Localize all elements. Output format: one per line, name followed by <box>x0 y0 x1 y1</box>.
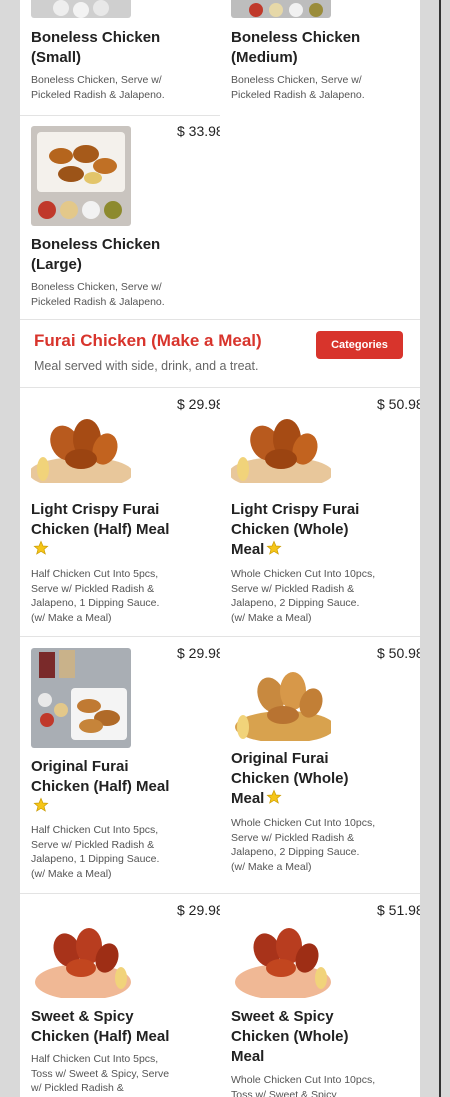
section-subtitle: Meal served with side, drink, and a trea… <box>34 359 259 373</box>
item-description: Whole Chicken Cut Into 10pcs, Serve w/ P… <box>231 568 376 624</box>
item-price: $ 33.98 <box>177 123 220 139</box>
item-price: $ 50.98 <box>377 396 420 412</box>
food-image <box>31 0 131 18</box>
item-description: Half Chicken Cut Into 5pcs, Serve w/ Pic… <box>31 824 160 880</box>
item-price: $ 51.98 <box>377 902 420 918</box>
item-name: Boneless Chicken (Small) <box>31 29 161 66</box>
star-icon <box>33 797 49 813</box>
item-description: Boneless Chicken, Serve w/ Pickeled Radi… <box>231 74 365 101</box>
menu-item-card[interactable]: $ 33.98 Boneless Chicken (Large) Boneless… <box>20 115 220 319</box>
item-price: $ 29.98 <box>177 902 220 918</box>
menu-item-card[interactable]: $ 29.98 Sweet & Spicy Chicken (Half) Mea… <box>20 894 220 1097</box>
food-image <box>35 912 131 998</box>
food-image <box>31 126 131 226</box>
item-description: Half Chicken Cut Into 5pcs, Serve w/ Pic… <box>31 568 160 624</box>
food-image <box>235 912 331 998</box>
item-price: $ 50.98 <box>377 645 420 661</box>
item-name: Sweet & Spicy Chicken (Whole) Meal <box>231 1008 349 1065</box>
menu-row: Boneless Chicken (Small) Boneless Chicken… <box>20 0 420 116</box>
item-name: Original Furai Chicken (Half) Meal <box>31 757 171 817</box>
food-image <box>231 399 331 483</box>
star-icon <box>33 540 49 556</box>
menu-row: $ 29.98 Sweet & Spicy Chicken (Half) Mea… <box>20 894 420 1097</box>
menu-row: $ 33.98 Boneless Chicken (Large) Boneless… <box>20 115 420 320</box>
item-description: Half Chicken Cut Into 5pcs, Toss w/ Swee… <box>31 1053 170 1094</box>
item-description: Whole Chicken Cut Into 10pcs, Serve w/ P… <box>231 817 376 873</box>
food-image <box>231 0 331 18</box>
star-icon <box>266 540 282 556</box>
item-description: Whole Chicken Cut Into 10pcs, Toss w/ Sw… <box>231 1074 376 1097</box>
menu-item-card[interactable]: Boneless Chicken (Small) Boneless Chicken… <box>20 0 220 116</box>
section-title: Furai Chicken (Make a Meal) <box>34 331 262 350</box>
food-image <box>31 648 131 748</box>
menu-item-card[interactable]: $ 51.98 Sweet & Spicy Chicken (Whole) Me… <box>220 894 420 1097</box>
item-name: Original Furai Chicken (Whole) Meal <box>231 750 349 807</box>
item-name: Boneless Chicken (Medium) <box>231 29 361 66</box>
menu-row: $ 29.98 Original Furai Chicken (Half) Me… <box>20 637 420 894</box>
item-name: Boneless Chicken (Large) <box>31 236 161 273</box>
menu-row: $ 29.98 Light Crispy Furai Chicken (Half… <box>20 388 420 637</box>
page-edge-divider <box>439 0 441 1097</box>
menu-item-card[interactable]: $ 50.98 Original Furai Chicken (Whole) M… <box>220 637 420 893</box>
star-icon <box>266 789 282 805</box>
menu-item-card[interactable]: $ 29.98 Light Crispy Furai Chicken (Half… <box>20 388 220 636</box>
item-price: $ 29.98 <box>177 396 220 412</box>
item-name: Sweet & Spicy Chicken (Half) Meal <box>31 1008 170 1045</box>
food-image <box>235 655 331 741</box>
item-description: Boneless Chicken, Serve w/ Pickeled Radi… <box>31 281 165 308</box>
item-name: Light Crispy Furai Chicken (Half) Meal <box>31 500 171 560</box>
categories-button[interactable]: Categories <box>316 331 403 359</box>
section-header: Furai Chicken (Make a Meal) Meal served … <box>20 320 420 388</box>
menu-item-card[interactable]: $ 50.98 Light Crispy Furai Chicken (Whol… <box>220 388 420 636</box>
item-price: $ 29.98 <box>177 645 220 661</box>
item-description: Boneless Chicken, Serve w/ Pickeled Radi… <box>31 74 165 101</box>
item-name: Light Crispy Furai Chicken (Whole) Meal <box>231 501 360 558</box>
menu-item-card[interactable]: Boneless Chicken (Medium) Boneless Chicke… <box>220 0 420 115</box>
food-image <box>31 399 131 483</box>
menu-page: Boneless Chicken (Small) Boneless Chicken… <box>20 0 420 1097</box>
menu-item-card[interactable]: $ 29.98 Original Furai Chicken (Half) Me… <box>20 637 220 893</box>
